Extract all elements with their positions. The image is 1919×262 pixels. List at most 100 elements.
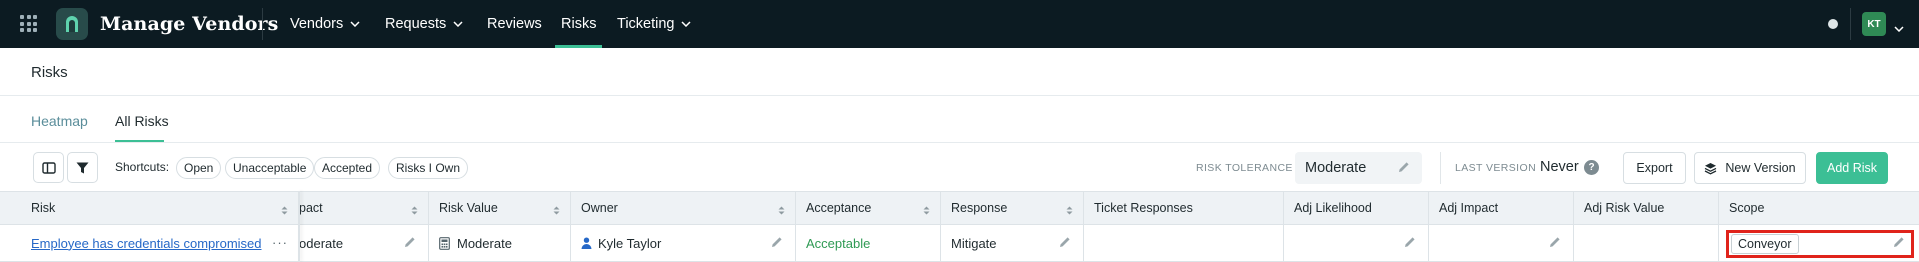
filter-button[interactable]	[67, 152, 98, 183]
toolbar-divider	[1440, 152, 1441, 184]
new-version-button[interactable]: New Version	[1694, 152, 1806, 184]
pencil-icon[interactable]	[1404, 236, 1416, 251]
top-nav: Manage Vendors Vendors Requests Reviews …	[0, 0, 1919, 48]
cell-risk: Employee has credentials compromised ···	[0, 225, 299, 261]
more-options-icon[interactable]: ···	[272, 235, 288, 250]
chevron-down-icon	[453, 21, 463, 27]
table-header: Risk pact Risk Value Owner Acceptance Re…	[0, 191, 1919, 225]
chevron-down-icon	[681, 21, 692, 27]
risk-link[interactable]: Employee has credentials compromised	[31, 236, 262, 251]
column-header-adj-risk-value[interactable]: Adj Risk Value	[1574, 192, 1719, 224]
column-header-risk[interactable]: Risk	[0, 192, 299, 224]
nav-item-label: Reviews	[487, 16, 542, 32]
add-risk-button[interactable]: Add Risk	[1816, 152, 1888, 184]
nav-item-vendors[interactable]: Vendors	[290, 0, 360, 48]
nav-item-ticketing[interactable]: Ticketing	[617, 0, 692, 48]
pencil-icon[interactable]	[1059, 236, 1071, 251]
pencil-icon[interactable]	[404, 236, 416, 251]
column-header-scope[interactable]: Scope	[1719, 192, 1919, 224]
column-header-label: Ticket Responses	[1094, 201, 1193, 215]
last-version-value: Never	[1540, 159, 1579, 175]
layers-icon	[1705, 162, 1717, 175]
cell-acceptance[interactable]: Acceptable	[796, 225, 941, 261]
cell-response[interactable]: Mitigate	[941, 225, 1084, 261]
nav-divider	[262, 8, 263, 40]
impact-value: oderate	[299, 235, 344, 251]
shortcut-open[interactable]: Open	[176, 157, 222, 179]
column-header-label: Risk	[31, 201, 56, 215]
tab-all-risks[interactable]: All Risks	[115, 113, 169, 129]
cell-impact[interactable]: oderate	[299, 225, 429, 261]
column-header-label: Acceptance	[806, 201, 872, 215]
column-header-label: Response	[951, 201, 1008, 215]
sort-icon[interactable]	[1066, 204, 1073, 218]
column-header-label: Risk Value	[439, 201, 498, 215]
owner-name: Kyle Taylor	[598, 235, 662, 251]
shortcut-unacceptable[interactable]: Unacceptable	[225, 157, 315, 179]
shortcuts-label: Shortcuts:	[115, 160, 170, 174]
column-header-adj-impact[interactable]: Adj Impact	[1429, 192, 1574, 224]
column-header-impact[interactable]: pact	[299, 192, 429, 224]
export-button[interactable]: Export	[1623, 152, 1686, 184]
column-header-response[interactable]: Response	[941, 192, 1084, 224]
nav-item-reviews[interactable]: Reviews	[487, 0, 542, 48]
column-header-ticket-responses[interactable]: Ticket Responses	[1084, 192, 1284, 224]
chevron-down-icon[interactable]	[1894, 19, 1904, 35]
cell-ticket-responses	[1084, 225, 1284, 261]
risk-tolerance-value: Moderate	[1305, 160, 1367, 176]
table-row: Employee has credentials compromised ···…	[0, 225, 1919, 262]
cell-adj-likelihood[interactable]	[1284, 225, 1429, 261]
columns-button[interactable]	[33, 152, 64, 183]
risk-value-text: Moderate	[457, 235, 512, 251]
nav-item-risks[interactable]: Risks	[554, 0, 603, 48]
acceptance-value: Acceptable	[806, 235, 871, 251]
cell-adj-risk-value	[1574, 225, 1719, 261]
column-header-adj-likelihood[interactable]: Adj Likelihood	[1284, 192, 1429, 224]
column-header-risk-value[interactable]: Risk Value	[429, 192, 571, 224]
sort-icon[interactable]	[281, 204, 288, 218]
page-title: Risks	[31, 64, 68, 81]
column-header-label: Scope	[1729, 201, 1765, 215]
nav-item-requests[interactable]: Requests	[385, 0, 463, 48]
nav-item-label: Vendors	[290, 16, 344, 32]
help-icon[interactable]: ?	[1584, 160, 1599, 175]
shortcut-accepted[interactable]: Accepted	[314, 157, 381, 179]
risk-tolerance-label: RISK TOLERANCE	[1196, 162, 1293, 174]
avatar[interactable]: KT	[1862, 12, 1886, 36]
pencil-icon[interactable]	[1549, 236, 1561, 251]
cell-owner[interactable]: Kyle Taylor	[571, 225, 796, 261]
column-header-owner[interactable]: Owner	[571, 192, 796, 224]
divider	[0, 142, 1919, 143]
tab-heatmap[interactable]: Heatmap	[31, 113, 88, 129]
column-header-label: Adj Likelihood	[1294, 201, 1372, 215]
filter-icon	[76, 162, 89, 173]
sort-icon[interactable]	[923, 204, 930, 218]
shortcut-risks-i-own[interactable]: Risks I Own	[388, 157, 469, 179]
divider	[0, 95, 1919, 96]
column-header-label: Owner	[581, 201, 618, 215]
nav-item-label: Ticketing	[617, 16, 675, 32]
user-icon	[581, 237, 592, 249]
status-dot-icon[interactable]	[1828, 19, 1838, 29]
brand-logo[interactable]	[56, 8, 88, 40]
calculator-icon	[439, 236, 450, 250]
risk-tolerance-field[interactable]: Moderate	[1295, 152, 1422, 184]
app-grid-icon[interactable]	[20, 15, 37, 32]
nav-divider	[1850, 8, 1851, 40]
column-header-label: Adj Impact	[1439, 201, 1499, 215]
column-header-label: Adj Risk Value	[1584, 201, 1665, 215]
pencil-icon[interactable]	[771, 236, 783, 251]
sort-icon[interactable]	[553, 204, 560, 218]
response-value: Mitigate	[951, 235, 997, 251]
column-header-acceptance[interactable]: Acceptance	[796, 192, 941, 224]
scope-tag[interactable]: Conveyor	[1731, 234, 1799, 254]
sort-icon[interactable]	[778, 204, 785, 218]
cell-adj-impact[interactable]	[1429, 225, 1574, 261]
app-title: Manage Vendors	[100, 13, 279, 35]
new-version-label: New Version	[1725, 161, 1796, 175]
column-header-label: pact	[299, 201, 323, 215]
pencil-icon[interactable]	[1398, 161, 1410, 177]
sort-icon[interactable]	[411, 204, 418, 218]
last-version-label: LAST VERSION	[1455, 162, 1537, 174]
nav-item-label: Requests	[385, 16, 447, 32]
